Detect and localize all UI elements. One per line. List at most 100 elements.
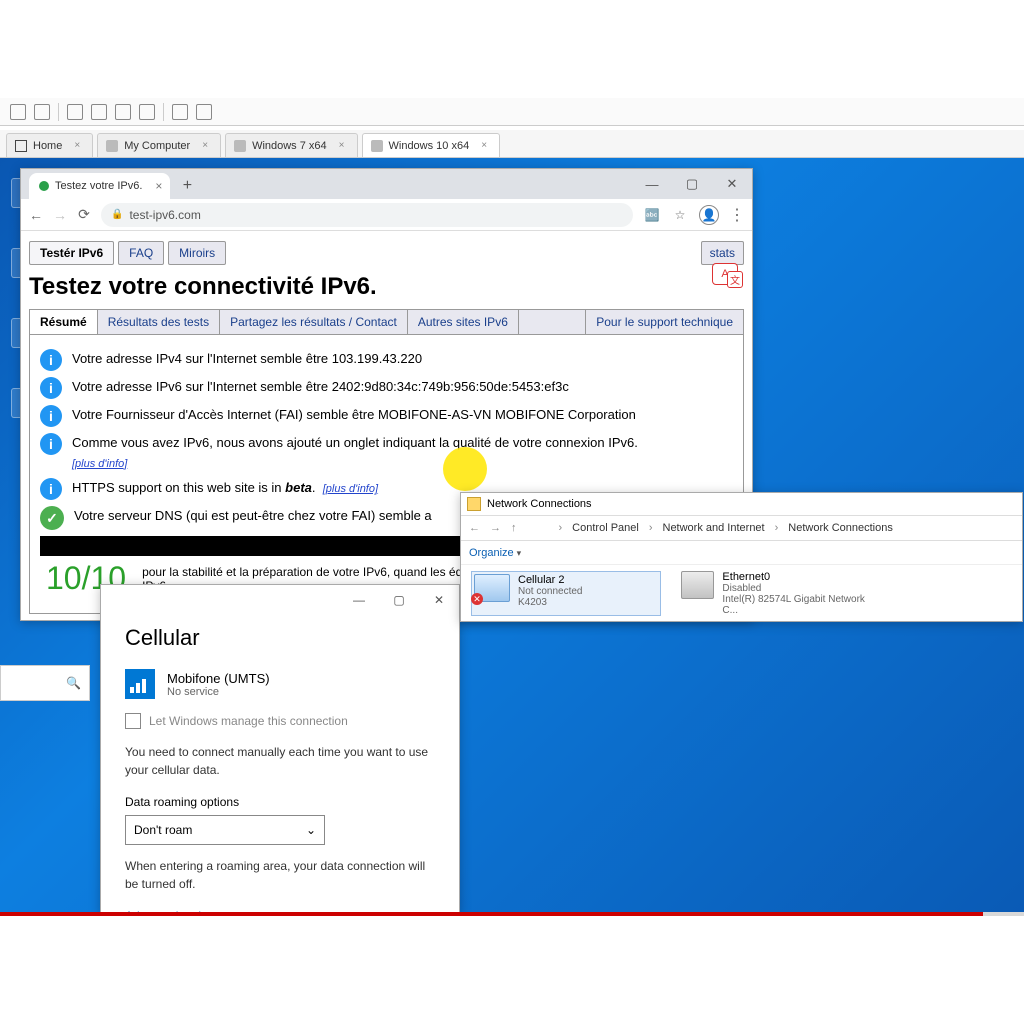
check-icon: ✓ (40, 506, 64, 530)
maximize-button[interactable]: ▢ (379, 585, 419, 615)
tool-icon[interactable] (91, 104, 107, 120)
vm-tab-win7[interactable]: Windows 7 x64× (225, 133, 357, 157)
manage-label: Let Windows manage this connection (149, 714, 348, 728)
forward-button[interactable]: → (53, 208, 67, 222)
profile-icon[interactable]: 👤 (699, 205, 719, 225)
isp-line: Votre Fournisseur d'Accès Internet (FAI)… (72, 405, 636, 425)
search-icon: 🔍 (66, 676, 81, 690)
info-icon: i (40, 405, 62, 427)
more-info-link[interactable]: [plus d'info] (72, 458, 127, 470)
bookmark-icon[interactable]: ☆ (671, 206, 689, 224)
close-window-button[interactable]: ✕ (712, 169, 752, 199)
close-icon[interactable]: × (202, 140, 208, 151)
tab-title: Testez votre IPv6. (55, 180, 142, 192)
ipv4-line: Votre adresse IPv4 sur l'Internet semble… (72, 349, 422, 369)
carrier-name: Mobifone (UMTS) (167, 671, 270, 686)
breadcrumb-seg[interactable]: Network Connections (786, 522, 895, 534)
taskbar-search[interactable]: 🔍 (0, 665, 90, 701)
close-icon[interactable]: × (74, 140, 80, 151)
menu-icon[interactable]: ⋮ (729, 205, 744, 225)
maximize-button[interactable]: ▢ (672, 169, 712, 199)
network-adapter-ethernet[interactable]: Ethernet0 Disabled Intel(R) 82574L Gigab… (681, 571, 871, 616)
vm-tab-mycomputer[interactable]: My Computer× (97, 133, 221, 157)
vm-icon (234, 140, 246, 152)
minimize-button[interactable]: — (632, 169, 672, 199)
settings-titlebar[interactable]: — ▢ ✕ (101, 585, 459, 615)
tab-support[interactable]: Pour le support technique (585, 310, 743, 334)
tab-faq[interactable]: FAQ (118, 241, 164, 265)
info-icon: i (40, 478, 62, 500)
settings-window: — ▢ ✕ Cellular Mobifone (UMTS) No servic… (100, 584, 460, 914)
translate-overlay-icon[interactable] (712, 263, 738, 285)
adapter-icon (474, 574, 510, 602)
signal-icon (125, 669, 155, 699)
folder-icon (467, 497, 481, 511)
forward-button[interactable]: → (488, 522, 503, 534)
explorer-titlebar[interactable]: Network Connections (461, 493, 1022, 515)
ipv6-line: Votre adresse IPv6 sur l'Internet semble… (72, 377, 569, 397)
more-info-link[interactable]: [plus d'info] (323, 483, 378, 495)
explorer-breadcrumb: ← → ↑ Control Panel Network and Internet… (461, 515, 1022, 541)
translate-icon[interactable]: 🔤 (643, 206, 661, 224)
manual-note: You need to connect manually each time y… (125, 743, 435, 779)
vm-tab-strip: Home× My Computer× Windows 7 x64× Window… (0, 130, 1024, 158)
close-tab-icon[interactable]: × (155, 179, 162, 193)
new-tab-button[interactable]: + (176, 175, 198, 197)
tab-share[interactable]: Partagez les résultats / Contact (220, 310, 408, 334)
browser-tab[interactable]: Testez votre IPv6. × (29, 173, 170, 199)
quality-line: Comme vous avez IPv6, nous avons ajouté … (72, 433, 638, 472)
close-window-button[interactable]: ✕ (419, 585, 459, 615)
address-bar[interactable]: 🔒 test-ipv6.com (101, 203, 633, 227)
tab-stats[interactable]: stats (701, 241, 744, 265)
pc-icon (106, 140, 118, 152)
tool-icon[interactable] (115, 104, 131, 120)
url-text: test-ipv6.com (129, 208, 200, 222)
result-tabs: Résumé Résultats des tests Partagez les … (29, 309, 744, 335)
roaming-note: When entering a roaming area, your data … (125, 857, 435, 893)
reload-button[interactable]: ⟳ (77, 208, 91, 222)
carrier-status: No service (167, 686, 270, 698)
network-adapter-cellular[interactable]: Cellular 2 Not connected K4203 (471, 571, 661, 616)
network-connections-window: Network Connections ← → ↑ Control Panel … (460, 492, 1023, 622)
tool-icon[interactable] (172, 104, 188, 120)
vm-icon (371, 140, 383, 152)
https-line: HTTPS support on this web site is in bet… (72, 478, 378, 498)
breadcrumb-seg[interactable]: Network and Internet (661, 522, 767, 534)
roaming-label: Data roaming options (125, 795, 435, 809)
tool-icon[interactable] (139, 104, 155, 120)
tab-mirrors[interactable]: Miroirs (168, 241, 226, 265)
tab-other[interactable]: Autres sites IPv6 (408, 310, 519, 334)
tab-results[interactable]: Résultats des tests (98, 310, 220, 334)
home-icon (15, 140, 27, 152)
folder-icon (539, 522, 551, 534)
close-icon[interactable]: × (339, 140, 345, 151)
below-area (0, 916, 1024, 1024)
vm-tab-win10[interactable]: Windows 10 x64× (362, 133, 501, 157)
breadcrumb-seg[interactable]: Control Panel (570, 522, 641, 534)
adapter-icon (681, 571, 714, 599)
tool-icon[interactable] (34, 104, 50, 120)
vm-tab-home[interactable]: Home× (6, 133, 93, 157)
back-button[interactable]: ← (29, 208, 43, 222)
back-button[interactable]: ← (467, 522, 482, 534)
info-icon: i (40, 377, 62, 399)
favicon-icon (39, 181, 49, 191)
manage-checkbox[interactable] (125, 713, 141, 729)
roaming-dropdown[interactable]: Don't roam ⌄ (125, 815, 325, 845)
up-button[interactable]: ↑ (509, 522, 519, 534)
info-icon: i (40, 433, 62, 455)
close-icon[interactable]: × (481, 140, 487, 151)
tool-icon[interactable] (67, 104, 83, 120)
chrome-titlebar[interactable]: Testez votre IPv6. × + — ▢ ✕ (21, 169, 752, 199)
minimize-button[interactable]: — (339, 585, 379, 615)
tool-icon[interactable] (196, 104, 212, 120)
tab-resume[interactable]: Résumé (30, 310, 98, 334)
tab-tester[interactable]: Testér IPv6 (29, 241, 114, 265)
page-title: Testez votre connectivité IPv6. (29, 273, 744, 301)
organize-menu[interactable]: Organize (469, 547, 521, 559)
host-toolbar (0, 98, 1024, 126)
info-icon: i (40, 349, 62, 371)
dns-line: Votre serveur DNS (qui est peut-être che… (74, 506, 432, 526)
tool-icon[interactable] (10, 104, 26, 120)
chevron-down-icon: ⌄ (306, 823, 316, 837)
